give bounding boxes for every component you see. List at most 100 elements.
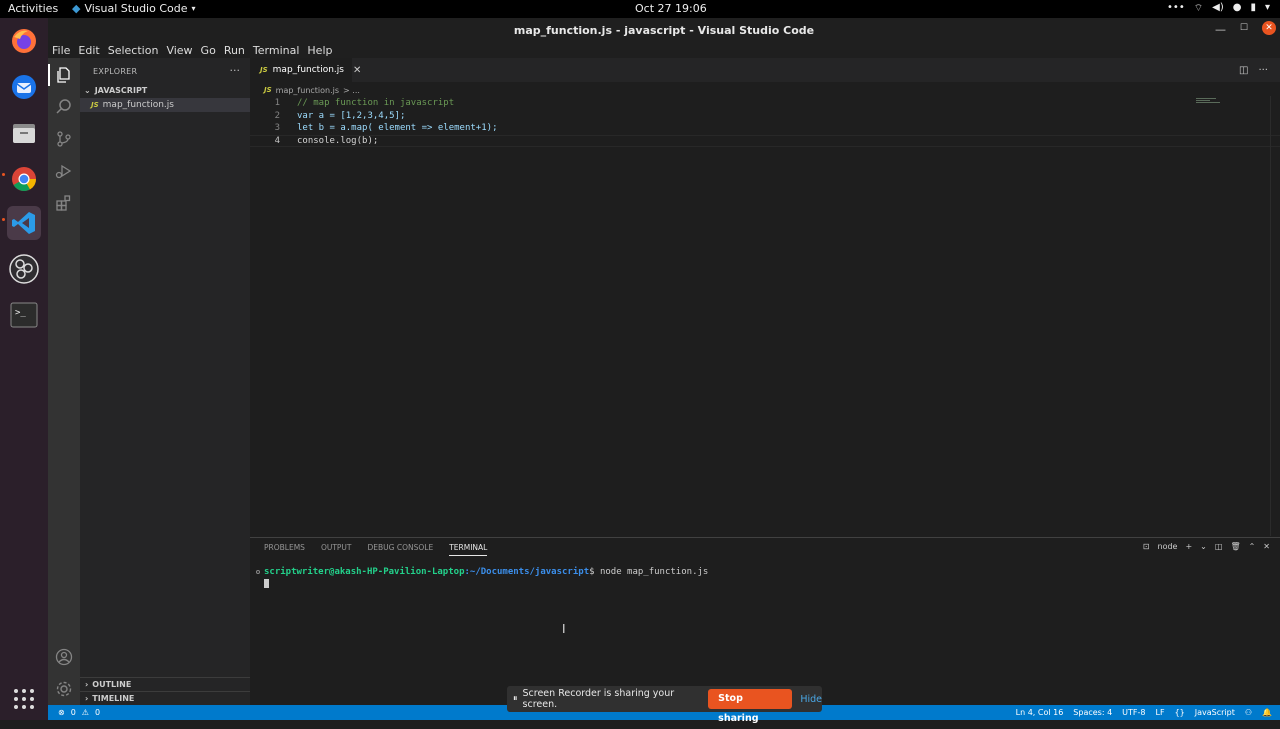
system-tray[interactable]: ••• ⌔ ◀) ● ▮ ▾ [1167,2,1270,15]
split-editor-icon[interactable]: ◫ [1239,65,1248,76]
indentation[interactable]: Spaces: 4 [1073,708,1112,717]
menu-terminal[interactable]: Terminal [249,44,304,58]
more-actions-icon[interactable]: ··· [1258,65,1268,76]
terminal-icon[interactable]: >_ [7,298,41,332]
running-indicator [2,218,5,221]
cursor-position[interactable]: Ln 4, Col 16 [1016,708,1064,717]
files-icon[interactable] [7,116,41,150]
menu-run[interactable]: Run [220,44,249,58]
breadcrumb-more[interactable]: > ... [343,86,360,95]
tab-problems[interactable]: PROBLEMS [264,543,305,556]
search-icon[interactable] [54,97,74,117]
minimap[interactable] [1196,98,1222,104]
code-editor[interactable]: 1 // map function in javascript 2 var a … [250,97,1280,537]
language-mode[interactable]: JavaScript [1195,708,1235,717]
firefox-icon[interactable] [7,24,41,58]
code-line: 1 // map function in javascript [250,97,1280,110]
editor-tabs: JS map_function.js ✕ ◫ ··· [250,58,1280,82]
ubuntu-dock: >_ [0,18,48,720]
bottom-panel: PROBLEMS OUTPUT DEBUG CONSOLE TERMINAL ⊡… [250,537,1280,705]
tab-output[interactable]: OUTPUT [321,543,352,556]
explorer-icon[interactable] [54,65,74,85]
terminal-icon: ⊡ [1142,542,1150,551]
trash-icon[interactable]: 🗑 [1230,542,1240,551]
menu-go[interactable]: Go [197,44,220,58]
menu-edit[interactable]: Edit [74,44,103,58]
chrome-icon[interactable] [7,162,41,196]
chevron-right-icon: › [85,680,89,689]
terminal-output[interactable]: scriptwriter@akash-HP-Pavilion-Laptop:~/… [264,567,708,577]
new-terminal-icon[interactable]: + [1185,542,1192,551]
run-debug-icon[interactable] [54,161,74,181]
close-window-button[interactable]: ✕ [1262,21,1276,35]
chevron-down-icon[interactable]: ⌄ [1200,542,1207,551]
battery-icon[interactable]: ▮ [1250,2,1256,15]
app-menu[interactable]: ◆ Visual Studio Code ▾ [72,2,196,15]
menu-file[interactable]: File [48,44,74,58]
tab-terminal[interactable]: TERMINAL [449,543,488,556]
panel-actions: ⊡ node + ⌄ ◫ 🗑 ⌃ ✕ [1143,542,1270,551]
maximize-panel-icon[interactable]: ⌃ [1249,542,1256,551]
encoding[interactable]: UTF-8 [1122,708,1145,717]
file-label: map_function.js [102,100,174,110]
menu-view[interactable]: View [162,44,196,58]
error-count: 0 [70,708,76,717]
window-title-bar[interactable]: map_function.js - javascript - Visual St… [48,18,1280,44]
activity-bar [48,58,80,705]
terminal-select[interactable]: node [1158,542,1178,551]
source-control-icon[interactable] [54,129,74,149]
chevron-down-icon[interactable]: ▾ [1265,2,1270,15]
more-icon[interactable]: ••• [1167,2,1185,15]
maximize-button[interactable]: ☐ [1240,23,1248,33]
outline-label: OUTLINE [92,680,132,689]
tab-map-function[interactable]: JS map_function.js ✕ [250,58,361,82]
tab-debug-console[interactable]: DEBUG CONSOLE [368,543,434,556]
thunderbird-icon[interactable] [7,70,41,104]
warning-icon: ⚠ [81,708,89,717]
caret-down-icon: ▾ [191,4,196,13]
vscode-small-icon: ◆ [72,2,81,15]
prompt-user: scriptwriter@akash-HP-Pavilion-Laptop [264,567,465,577]
wifi-icon[interactable]: ⌔ [1194,2,1203,15]
problems-status[interactable]: ⊗ 0 ⚠ 0 [58,708,100,717]
window-title: map_function.js - javascript - Visual St… [513,24,815,37]
breadcrumb-file[interactable]: map_function.js [276,86,339,95]
menu-selection[interactable]: Selection [104,44,163,58]
chevron-right-icon: › [85,694,89,703]
bell-icon[interactable]: 🔔 [1262,708,1272,717]
end-of-line[interactable]: LF [1156,708,1165,717]
running-indicator [2,173,5,176]
code-text: console.log(b); [297,135,379,146]
timeline-label: TIMELINE [92,694,135,703]
accounts-icon[interactable] [54,647,74,667]
file-item-map-function[interactable]: JS map_function.js [80,98,250,112]
timeline-section[interactable]: › TIMELINE [80,691,250,705]
close-icon[interactable]: ✕ [353,65,361,76]
code-line: 3 let b = a.map( element => element+1); [250,122,1280,135]
split-terminal-icon[interactable]: ◫ [1215,542,1223,551]
stop-sharing-button[interactable]: Stop sharing [708,689,793,724]
menu-help[interactable]: Help [303,44,336,58]
code-text: let b = a.map( element => element+1); [297,123,498,134]
settings-gear-icon[interactable] [54,679,74,699]
broadcast-icon[interactable]: ⚇ [1245,708,1252,717]
hide-button[interactable]: Hide [800,694,822,705]
minimize-button[interactable]: — [1215,23,1226,36]
editor-scrollbar[interactable] [1270,96,1280,536]
extensions-icon[interactable] [54,193,74,213]
folder-javascript[interactable]: ⌄ JAVASCRIPT [80,84,250,96]
close-panel-icon[interactable]: ✕ [1263,542,1270,551]
editor-actions: ◫ ··· [1239,65,1268,76]
volume-icon[interactable]: ◀) [1212,2,1224,15]
show-apps-icon[interactable] [7,682,41,716]
outline-section[interactable]: › OUTLINE [80,677,250,691]
activities-button[interactable]: Activities [8,2,58,15]
code-line: 2 var a = [1,2,3,4,5]; [250,110,1280,123]
clock[interactable]: Oct 27 19:06 [635,2,707,15]
line-number: 4 [274,135,280,146]
vscode-icon[interactable] [7,206,41,240]
code-text: // map function in javascript [297,98,455,109]
microphone-icon[interactable]: ● [1233,2,1242,15]
obs-icon[interactable] [7,252,41,286]
more-actions-icon[interactable]: ··· [230,64,241,77]
